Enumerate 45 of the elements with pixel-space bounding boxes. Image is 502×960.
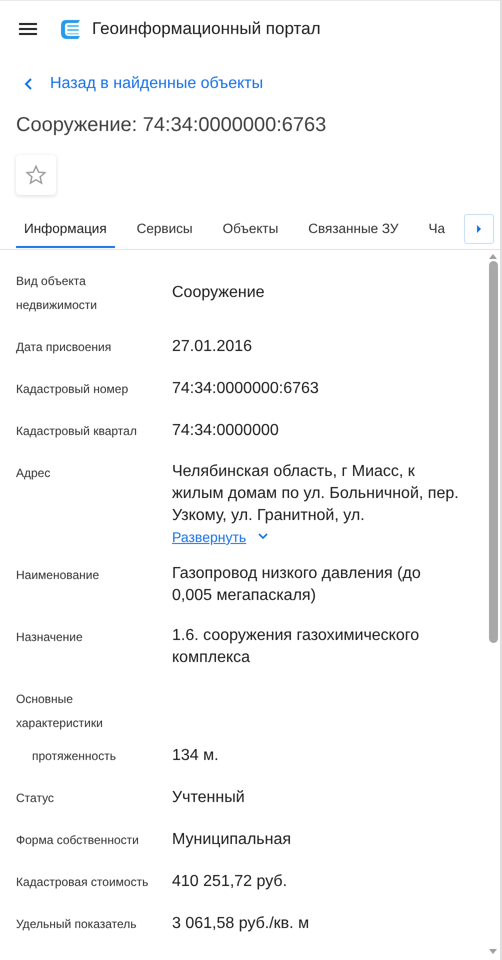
tab[interactable]: Информация — [16, 213, 115, 248]
scroll-down-icon — [489, 949, 497, 954]
field-label: Статус — [16, 790, 55, 807]
tab[interactable]: Объекты — [214, 213, 286, 248]
field-label: Основные характеристики — [16, 691, 104, 732]
field-value: Челябинская область, г Миасс, к жилым домам по ул. Больничной, пер. Узкому, ул. Гранитной, ул. — [172, 462, 460, 526]
field-label: Назначение — [16, 629, 84, 646]
field-value: 1.6. сооружения газохимического комплекса — [172, 626, 420, 668]
logo-icon — [60, 18, 82, 40]
field-label: протяженность — [31, 748, 117, 765]
field-label: Адрес — [16, 465, 52, 482]
field-label: Дата присвоения — [16, 339, 112, 356]
tab[interactable]: Связанные ЗУ — [300, 213, 407, 248]
field-value: 134 м. — [172, 746, 220, 766]
caret-right-icon — [476, 225, 482, 233]
menu-button[interactable] — [18, 21, 38, 37]
field-value: 74:34:0000000:6763 — [172, 379, 320, 399]
expand-link[interactable]: Развернуть — [172, 529, 246, 545]
field-label: Кадастровый квартал — [16, 423, 138, 440]
field-label: Кадастровый номер — [16, 381, 130, 398]
menu-icon — [18, 21, 38, 37]
field-value: Газопровод низкого давления (до 0,005 мегапаскаля) — [172, 564, 422, 606]
star-icon — [25, 164, 47, 186]
chevron-left-icon — [24, 78, 34, 90]
tab[interactable]: Ча — [420, 213, 454, 248]
field-value: 27.01.2016 — [172, 337, 254, 357]
tab[interactable]: Сервисы — [128, 213, 201, 248]
field-label: Форма собственности — [16, 832, 140, 849]
scrollbar-thumb[interactable] — [488, 261, 498, 643]
field-label: Вид объекта недвижимости — [16, 273, 98, 314]
field-value: 74:34:0000000 — [172, 421, 280, 441]
field-label: Удельный показатель — [16, 916, 138, 933]
field-value: Сооружение — [172, 283, 266, 303]
scroll-tabs-button[interactable] — [464, 214, 494, 244]
field-label: Наименование — [16, 567, 100, 584]
field-label: Кадастровая стоимость — [16, 874, 150, 891]
field-value: 410 251,72 руб. — [172, 872, 288, 892]
field-value: Учтенный — [172, 788, 246, 808]
back-link[interactable]: Назад в найденные объекты — [24, 75, 264, 93]
scroll-up-icon — [489, 254, 497, 259]
field-value: 3 061,58 руб./кв. м — [172, 914, 310, 934]
app-title: Геоинформационный портал — [92, 19, 321, 39]
field-value: Муниципальная — [172, 830, 292, 850]
object-title: Сооружение: 74:34:0000000:6763 — [16, 114, 328, 137]
favorite-button[interactable] — [16, 155, 56, 195]
